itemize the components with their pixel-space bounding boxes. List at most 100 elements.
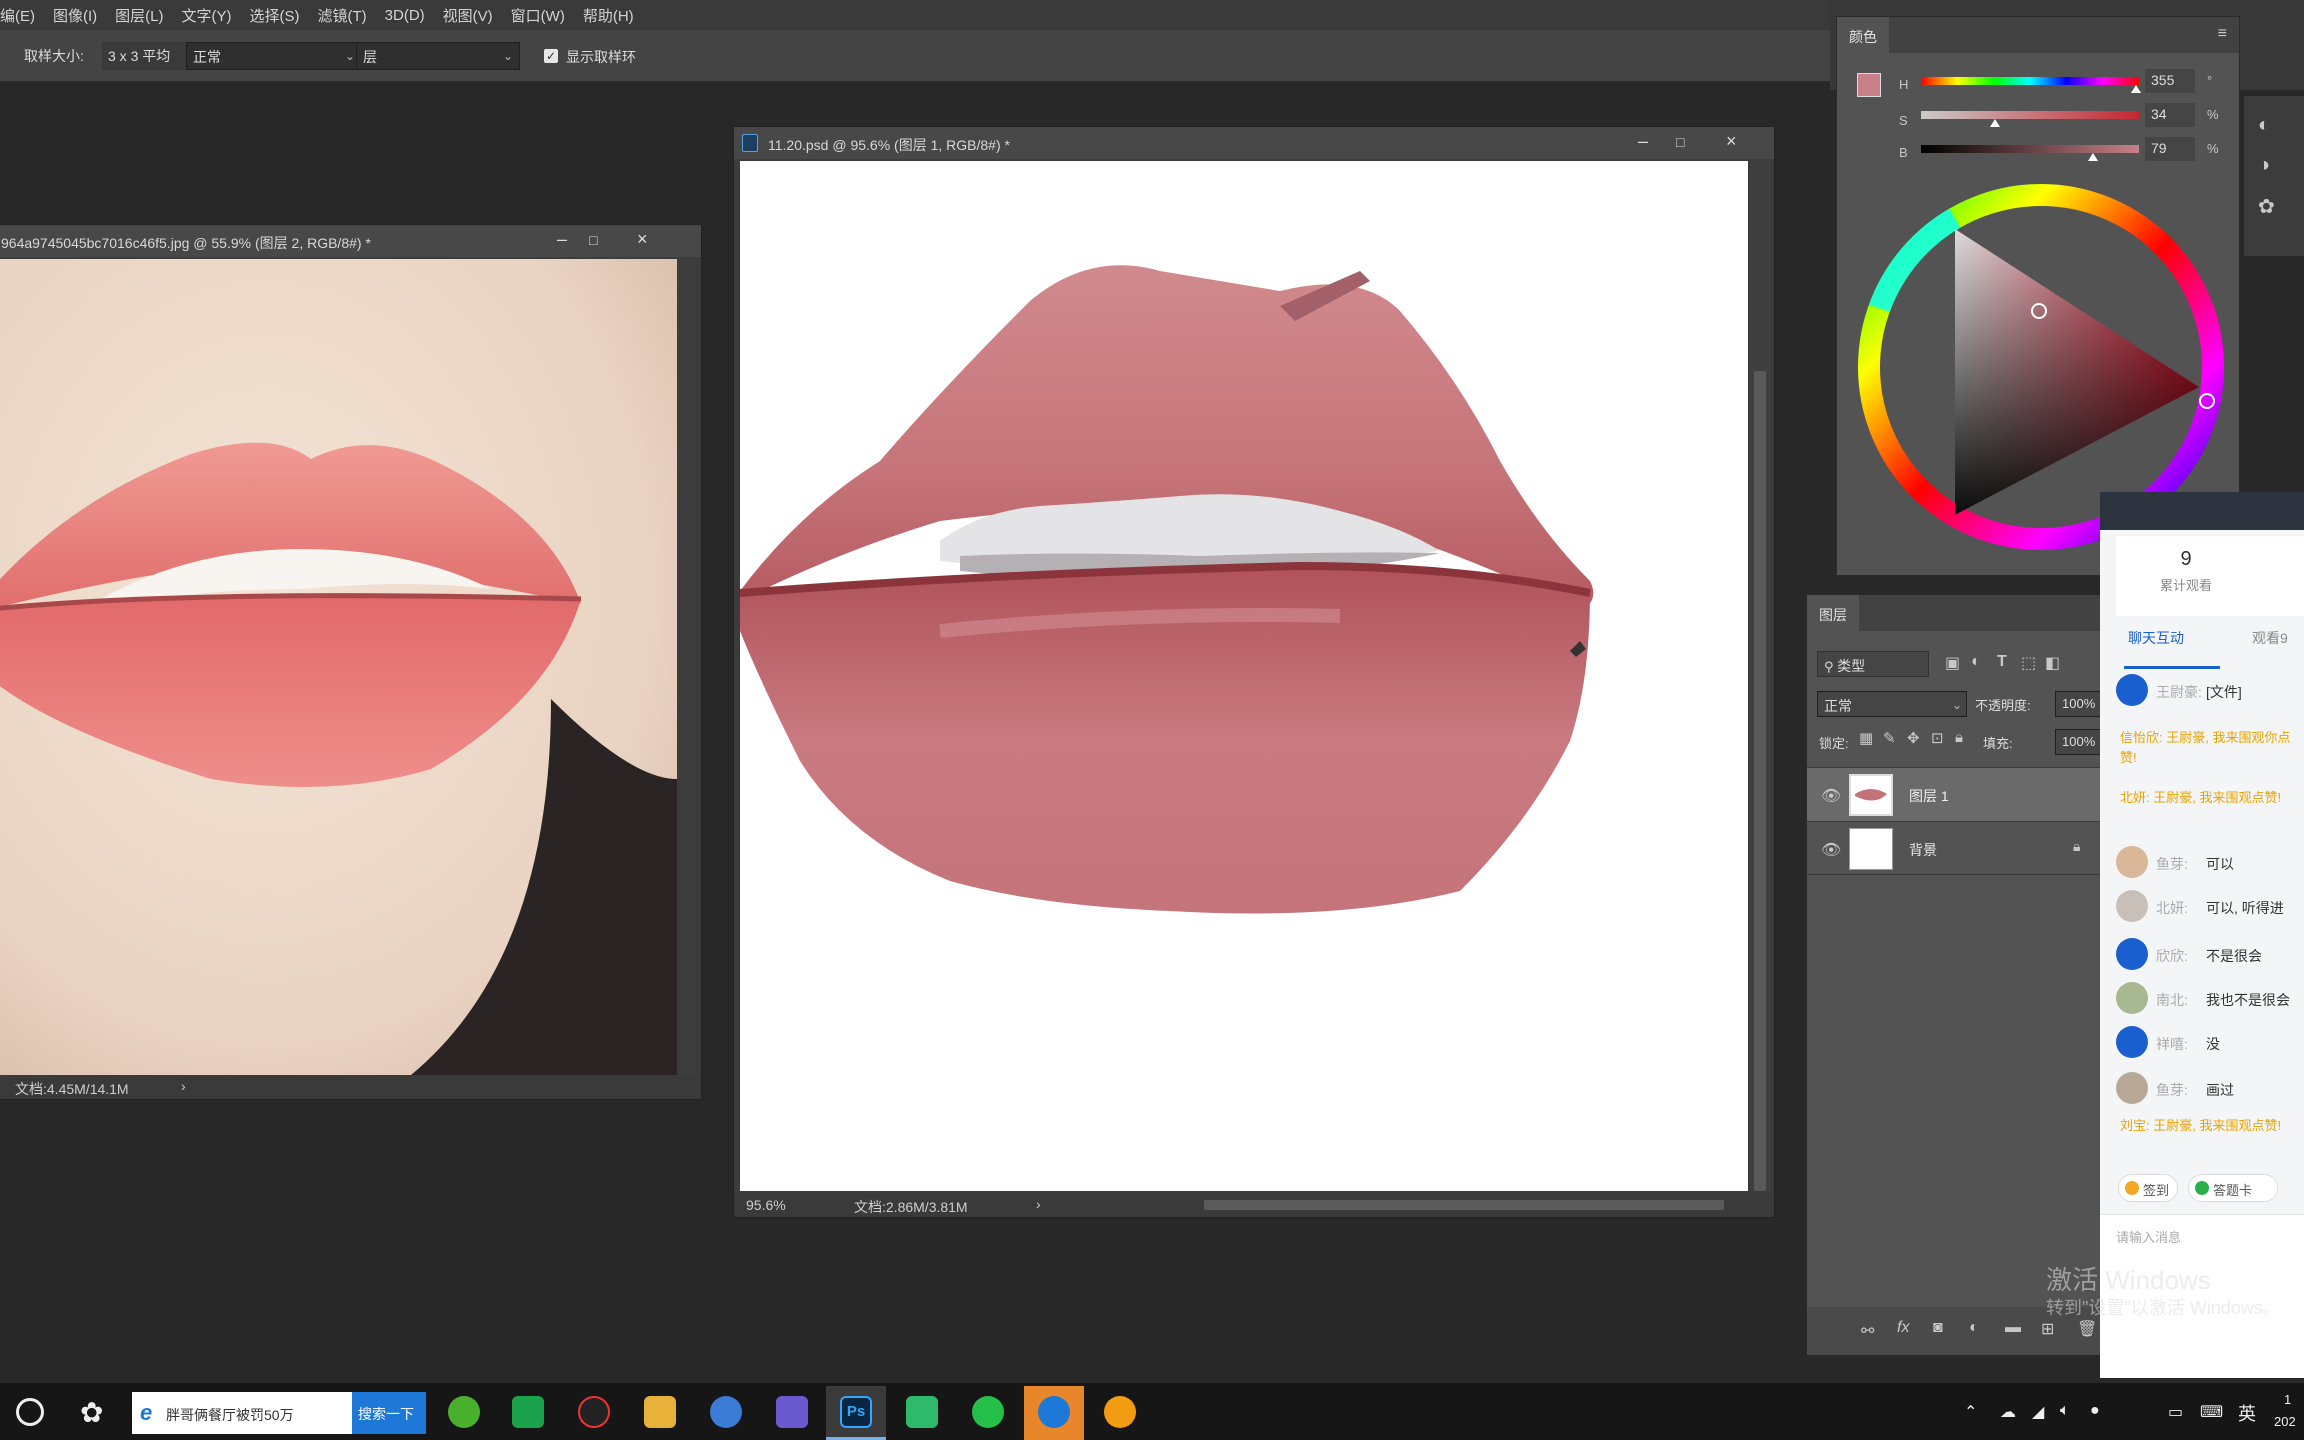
tray-green-icon[interactable]: ●	[2090, 1402, 2100, 1420]
layer-name[interactable]: 图层 1	[1909, 786, 1949, 806]
menu-3d[interactable]: 3D(D)	[385, 7, 425, 24]
layer-row[interactable]: 👁︎ 背景 🔒︎	[1807, 821, 2137, 875]
avatar[interactable]	[2116, 1026, 2148, 1058]
sample-size-select[interactable]: 3 x 3 平均	[102, 42, 188, 70]
menu-select[interactable]: 选择(S)	[250, 5, 300, 26]
menu-image[interactable]: 图像(I)	[53, 5, 97, 26]
chevron-right-icon[interactable]: ›	[181, 1078, 186, 1094]
zoom-level[interactable]: 95.6%	[746, 1197, 786, 1213]
image-filter-icon[interactable]: ▣	[1945, 653, 1960, 673]
panel-menu-icon[interactable]: ≡	[2218, 25, 2227, 43]
app-gem-icon[interactable]	[776, 1396, 808, 1428]
trash-icon[interactable]: 🗑︎	[2077, 1319, 2097, 1339]
adjustments-icon[interactable]: ◑	[2258, 154, 2270, 177]
close-icon[interactable]: ×	[637, 229, 648, 250]
menu-type[interactable]: 文字(Y)	[182, 5, 232, 26]
search-go-button[interactable]: 搜索一下	[352, 1392, 426, 1434]
menu-edit[interactable]: 编(E)	[0, 5, 35, 26]
answer-card-button[interactable]: 答题卡	[2188, 1174, 2278, 1202]
s-value-field[interactable]: 34	[2145, 103, 2195, 127]
horizontal-scroll-thumb[interactable]	[1204, 1200, 1724, 1210]
file-explorer-icon[interactable]	[644, 1396, 676, 1428]
folder-icon[interactable]: ▬	[2005, 1319, 2021, 1337]
avatar[interactable]	[2116, 846, 2148, 878]
layer-name[interactable]: 背景	[1909, 840, 1937, 860]
avatar[interactable]	[2116, 1072, 2148, 1104]
maximize-icon[interactable]: □	[1676, 134, 1684, 150]
fx-icon[interactable]: fx	[1897, 1319, 1909, 1337]
photoshop-icon[interactable]: Ps	[840, 1396, 872, 1428]
color-panel-tab[interactable]: 颜色	[1837, 17, 1889, 53]
avatar[interactable]	[2116, 938, 2148, 970]
volume-icon[interactable]: 🔈︎	[2060, 1402, 2070, 1420]
ime-indicator[interactable]: 英	[2238, 1400, 2256, 1426]
hue-slider[interactable]	[1921, 77, 2141, 93]
avatar[interactable]	[2116, 890, 2148, 922]
clock-date[interactable]: 202	[2274, 1414, 2296, 1429]
taskbar-search-box[interactable]: e 胖哥俩餐厅被罚50万	[132, 1392, 352, 1434]
reference-document-window[interactable]: 964a9745045bc7016c46f5.jpg @ 55.9% (图层 2…	[0, 224, 702, 1100]
swatches-icon[interactable]: ✿	[2258, 194, 2275, 219]
canvas[interactable]	[740, 161, 1748, 1191]
blend-mode-select[interactable]: 正常 ⌄	[1817, 691, 1967, 717]
saturation-slider[interactable]	[1921, 111, 2139, 127]
menu-help[interactable]: 帮助(H)	[583, 5, 634, 26]
layer-row[interactable]: 👁︎ 图层 1	[1807, 767, 2137, 821]
brightness-slider-thumb[interactable]	[2088, 153, 2099, 161]
app-s-icon[interactable]: ✿	[80, 1396, 103, 1429]
layer-filter-select[interactable]: ⚲ 类型	[1817, 651, 1929, 677]
adjustment-layer-icon[interactable]: ◐	[1969, 1319, 1979, 1337]
app-play-icon[interactable]	[906, 1396, 938, 1428]
main-document-window[interactable]: 11.20.psd @ 95.6% (图层 1, RGB/8#) * – □ ×	[733, 126, 1775, 1218]
iqiyi-icon[interactable]	[512, 1396, 544, 1428]
app-orange-icon[interactable]	[1104, 1396, 1136, 1428]
eye-icon[interactable]: 👁︎	[1821, 786, 1841, 806]
close-icon[interactable]: ×	[1726, 131, 1737, 152]
adjustment-filter-icon[interactable]: ◐	[1971, 653, 1981, 671]
h-value-field[interactable]: 355	[2145, 69, 2195, 93]
clock-time[interactable]: 1	[2284, 1392, 2291, 1407]
maximize-icon[interactable]: □	[589, 232, 597, 248]
lock-transparent-icon[interactable]: ▦	[1859, 729, 1873, 747]
tab-viewers[interactable]: 观看9	[2252, 628, 2288, 648]
link-icon[interactable]: ⚯	[1861, 1321, 1874, 1341]
shape-filter-icon[interactable]: ⬚	[2021, 653, 2036, 673]
b-value-field[interactable]: 79	[2145, 137, 2195, 161]
lock-position-icon[interactable]: ✥	[1907, 729, 1920, 747]
chevron-up-icon[interactable]: ⌃	[1964, 1402, 1977, 1422]
lock-pixels-icon[interactable]: ✎	[1883, 729, 1896, 747]
foreground-color-swatch[interactable]	[1857, 73, 1881, 97]
minimize-icon[interactable]: –	[557, 229, 567, 250]
app-green-icon[interactable]	[448, 1396, 480, 1428]
vertical-scrollbar[interactable]	[1750, 161, 1770, 1191]
signin-button[interactable]: 签到	[2118, 1174, 2178, 1202]
palette-icon[interactable]: ◐	[2258, 114, 2270, 137]
eye-icon[interactable]: 👁︎	[1821, 840, 1841, 860]
minimize-icon[interactable]: –	[1638, 131, 1648, 152]
battery-icon[interactable]: ▭	[2168, 1402, 2183, 1422]
cloud-icon[interactable]: ☁	[2000, 1402, 2016, 1422]
app-w-icon[interactable]	[710, 1396, 742, 1428]
layers-panel-tab[interactable]: 图层	[1807, 595, 1859, 631]
network-icon[interactable]: ◢	[2032, 1402, 2044, 1422]
type-filter-icon[interactable]: T	[1997, 653, 2007, 671]
vertical-scroll-thumb[interactable]	[1754, 371, 1766, 1191]
sample-layer-select[interactable]: 层 ⌄	[356, 42, 520, 70]
lock-artboard-icon[interactable]: ⊡	[1931, 729, 1944, 747]
sample-mode-select[interactable]: 正常 ⌄	[186, 42, 360, 70]
tab-chat[interactable]: 聊天互动	[2128, 628, 2184, 648]
cortana-circle-icon[interactable]	[16, 1398, 44, 1426]
smart-object-filter-icon[interactable]: ◧	[2045, 653, 2060, 673]
wechat-icon[interactable]	[972, 1396, 1004, 1428]
main-title-bar[interactable]: 11.20.psd @ 95.6% (图层 1, RGB/8#) * – □ ×	[734, 127, 1774, 159]
menu-window[interactable]: 窗口(W)	[511, 5, 565, 26]
avatar[interactable]	[2116, 674, 2148, 706]
mask-icon[interactable]: ◙	[1933, 1319, 1943, 1337]
app-send-icon[interactable]	[1038, 1396, 1070, 1428]
hue-slider-thumb[interactable]	[2130, 85, 2141, 93]
reference-title-bar[interactable]: 964a9745045bc7016c46f5.jpg @ 55.9% (图层 2…	[0, 225, 701, 257]
saturation-slider-thumb[interactable]	[1990, 119, 2001, 127]
app-g-icon[interactable]	[578, 1396, 610, 1428]
chevron-right-icon[interactable]: ›	[1036, 1196, 1041, 1212]
avatar[interactable]	[2116, 982, 2148, 1014]
